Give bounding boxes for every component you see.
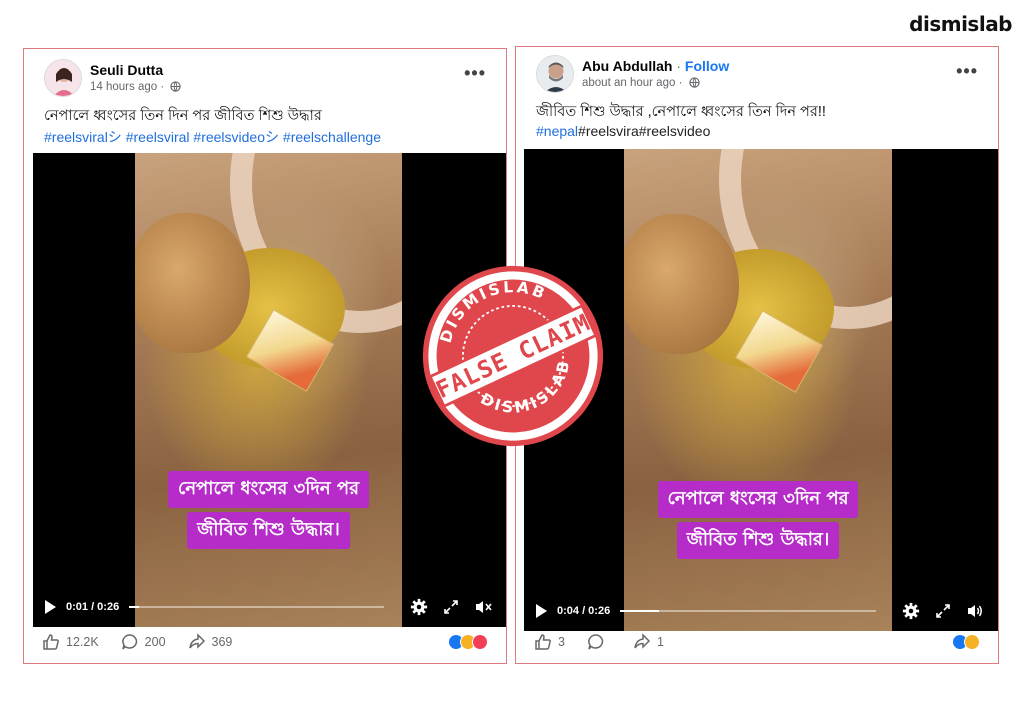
hashtag[interactable]: #reelsvideoシ	[193, 129, 279, 145]
share-count: 369	[211, 635, 233, 649]
overlay-line: জীবিত শিশু উদ্ধার।	[187, 512, 350, 549]
avatar[interactable]	[44, 59, 82, 97]
post-hashtags: #reelsviralシ #reelsviral #reelsvideoシ #r…	[44, 127, 490, 147]
fullscreen-icon[interactable]	[932, 600, 954, 622]
overlay-line: নেপালে ধংসের ৩দিন পর	[657, 481, 859, 518]
share-count: 1	[656, 635, 664, 649]
overlay-line: জীবিত শিশু উদ্ধার।	[676, 522, 840, 559]
more-icon[interactable]: •••	[956, 61, 978, 82]
volume-muted-icon[interactable]	[472, 596, 494, 618]
progress-bar[interactable]	[620, 610, 876, 612]
reaction-icon	[472, 634, 488, 650]
post-meta: about an hour ago ·	[582, 77, 700, 89]
reaction-icon	[964, 634, 980, 650]
progress-bar[interactable]	[129, 606, 384, 608]
video-caption-overlay: নেপালে ধংসের ৩দিন পর জীবিত শিশু উদ্ধার।	[135, 471, 402, 549]
post-hashtags: #nepal#reelsvira#reelsvideo	[536, 123, 982, 139]
video-frame: নেপালে ধংসের ৩দিন পর জীবিত শিশু উদ্ধার।	[624, 149, 892, 631]
post-header: Abu Abdullah · Follow about an hour ago …	[516, 47, 998, 95]
share-button[interactable]: 369	[188, 633, 233, 651]
post-meta: 14 hours ago ·	[90, 81, 182, 93]
like-icon	[535, 634, 551, 650]
play-icon[interactable]	[536, 604, 547, 618]
post-time[interactable]: about an hour ago	[582, 77, 675, 89]
video-frame: নেপালে ধংসের ৩দিন পর জীবিত শিশু উদ্ধার।	[135, 153, 402, 627]
comment-count: 200	[144, 635, 166, 649]
author-name: Abu Abdullah · Follow	[582, 58, 730, 74]
volume-icon[interactable]	[964, 600, 986, 622]
hashtag[interactable]: #reelsvideo	[639, 123, 711, 139]
reaction-icons[interactable]	[448, 634, 488, 650]
hashtag[interactable]: #reelsvira	[578, 123, 639, 139]
like-button[interactable]: 12.2K	[42, 633, 99, 651]
gear-icon[interactable]	[408, 596, 430, 618]
post-caption: নেপালে ধ্বংসের তিন দিন পর জীবিত শিশু উদ্…	[44, 108, 322, 124]
dismislab-logo: dismislab	[909, 12, 1012, 36]
play-icon[interactable]	[45, 600, 56, 614]
hashtag[interactable]: #nepal	[536, 123, 578, 139]
post-time[interactable]: 14 hours ago	[90, 81, 157, 93]
hashtag[interactable]: #reelsviralシ	[44, 129, 122, 145]
hashtag[interactable]: #reelschallenge	[283, 129, 381, 145]
globe-icon	[688, 77, 700, 88]
like-button[interactable]: 3	[534, 633, 565, 651]
author-name[interactable]: Seuli Dutta	[90, 62, 163, 78]
comment-button[interactable]	[587, 633, 611, 651]
author-name-link[interactable]: Abu Abdullah	[582, 58, 672, 74]
video-caption-overlay: নেপালে ধংসের ৩দিন পর জীবিত শিশু উদ্ধার।	[624, 481, 892, 559]
comment-button[interactable]: 200	[121, 633, 166, 651]
share-icon	[634, 633, 651, 649]
globe-icon	[170, 81, 182, 92]
reaction-icons[interactable]	[952, 634, 980, 650]
share-icon	[188, 633, 205, 649]
follow-button[interactable]: Follow	[685, 58, 729, 74]
hashtag[interactable]: #reelsviral	[126, 129, 190, 145]
like-count: 3	[558, 635, 565, 649]
video-time: 0:01 / 0:26	[66, 601, 120, 613]
post-caption: জীবিত শিশু উদ্ধার ,নেপালে ধ্বংসের তিন দি…	[536, 104, 826, 120]
share-button[interactable]: 1	[633, 633, 664, 651]
like-icon	[43, 634, 59, 650]
post-footer: 12.2K 200 369	[24, 621, 506, 663]
comment-icon	[588, 634, 604, 650]
comment-icon	[121, 634, 137, 650]
overlay-line: নেপালে ধংসের ৩দিন পর	[168, 471, 369, 508]
more-icon[interactable]: •••	[464, 63, 486, 84]
post-header: Seuli Dutta 14 hours ago · •••	[24, 49, 506, 97]
video-time: 0:04 / 0:26	[557, 605, 611, 617]
progress-fill	[620, 610, 659, 612]
progress-fill	[129, 606, 140, 608]
gear-icon[interactable]	[900, 600, 922, 622]
avatar[interactable]	[536, 55, 574, 93]
like-count: 12.2K	[66, 635, 99, 649]
fullscreen-icon[interactable]	[440, 596, 462, 618]
post-footer: 3 1	[516, 621, 998, 663]
